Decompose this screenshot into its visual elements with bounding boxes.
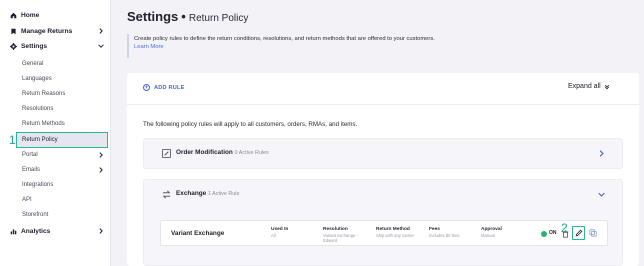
status-label: ON — [549, 230, 557, 236]
rule-count: 1 Active Rule — [207, 191, 240, 197]
chevron-down-icon[interactable] — [598, 191, 605, 198]
variant-exchange-row[interactable]: Variant Exchange Used In All Resolution … — [160, 220, 608, 246]
rule-title: Exchange 1 Active Rule — [176, 190, 239, 197]
sidebar-item-api[interactable]: API — [22, 194, 32, 206]
panel-header: + ADD RULE Expand all — [127, 73, 639, 105]
intro-description: Create policy rules to define the return… — [134, 36, 435, 42]
sidebar-item-return-reasons[interactable]: Return Reasons — [22, 88, 65, 100]
chevron-right-icon — [99, 152, 103, 158]
sidebar-item-emails[interactable]: Emails — [22, 164, 108, 176]
variant-name: Variant Exchange — [171, 230, 225, 237]
sidebar-item-label: Analytics — [21, 227, 51, 235]
expand-all-button[interactable]: Expand all — [568, 83, 610, 90]
sidebar-item-return-methods[interactable]: Return Methods — [22, 118, 65, 130]
sidebar-item-analytics[interactable]: Analytics — [0, 224, 111, 238]
step-marker-2: 2 — [561, 221, 568, 235]
return-method-column: Return Method Ship with any carrier — [376, 227, 414, 238]
chevron-right-icon[interactable] — [598, 150, 605, 157]
edit-button[interactable] — [572, 226, 585, 240]
sidebar-item-home[interactable]: Home — [0, 8, 111, 22]
resolution-column: Resolution Variant exchange - Edward — [323, 227, 367, 243]
sidebar-item-portal[interactable]: Portal — [22, 149, 108, 161]
page-subtitle: Return Policy — [188, 13, 249, 24]
used-in-column: Used In All — [271, 227, 288, 238]
rule-exchange[interactable]: Exchange 1 Active Rule Variant Exchange … — [143, 179, 623, 266]
rule-title: Order Modification 0 Active Rules — [176, 149, 269, 156]
column-value: All — [271, 233, 276, 238]
sidebar-item-return-policy[interactable]: Return Policy — [16, 132, 108, 148]
chevron-down-icon — [98, 44, 104, 48]
page-title-main: Settings — [127, 9, 179, 24]
rule-count: 0 Active Rules — [234, 150, 269, 156]
column-value: Includes $0 fees — [429, 233, 460, 238]
sidebar-item-label: Emails — [22, 167, 41, 173]
column-value: Variant exchange - Edward — [323, 233, 358, 243]
policy-panel: + ADD RULE Expand all The following poli… — [127, 73, 639, 266]
sidebar-item-resolutions[interactable]: Resolutions — [22, 103, 53, 115]
expand-all-label: Expand all — [568, 83, 601, 90]
return-icon — [10, 28, 17, 35]
title-separator: • — [181, 9, 186, 24]
sidebar-item-settings[interactable]: Settings — [0, 39, 111, 53]
rule-order-modification[interactable]: Order Modification 0 Active Rules — [143, 138, 623, 169]
column-value: Manual — [481, 233, 495, 238]
add-rule-label: ADD RULE — [154, 84, 185, 91]
edit-icon — [162, 149, 171, 158]
rule-name: Exchange — [176, 190, 207, 197]
intro-callout: Create policy rules to define the return… — [127, 34, 639, 58]
sidebar-item-label: Portal — [22, 152, 38, 158]
bar-chart-icon — [10, 228, 17, 235]
add-rule-button[interactable]: + ADD RULE — [143, 84, 185, 91]
gear-icon — [10, 42, 17, 50]
chevron-double-down-icon — [604, 84, 609, 89]
learn-more-link[interactable]: Learn More — [134, 43, 639, 51]
sidebar-item-label: Settings — [21, 42, 48, 50]
sidebar-item-languages[interactable]: Languages — [22, 73, 52, 85]
chevron-right-icon — [99, 28, 103, 34]
chevron-right-icon — [99, 167, 103, 173]
home-icon — [10, 12, 17, 19]
sidebar-item-label: Home — [21, 11, 40, 19]
sidebar-item-storefront[interactable]: Storefront — [22, 209, 48, 221]
sidebar-item-manage-returns[interactable]: Manage Returns — [0, 24, 111, 38]
swap-icon — [162, 190, 171, 199]
plus-icon: + — [143, 84, 150, 91]
rule-name: Order Modification — [176, 149, 233, 156]
page-title: Settings • Return Policy — [127, 9, 248, 24]
column-value: Ship with any carrier — [376, 233, 414, 238]
sidebar-item-general[interactable]: General — [22, 58, 43, 70]
approval-column: Approval Manual — [481, 227, 502, 238]
applies-text: The following policy rules will apply to… — [143, 121, 358, 128]
sidebar: Home Manage Returns Settings General Lan… — [0, 0, 111, 266]
status-toggle[interactable] — [541, 231, 547, 237]
pencil-icon — [575, 229, 582, 237]
chevron-right-icon — [99, 228, 103, 234]
step-marker-1: 1 — [9, 133, 16, 147]
sidebar-item-label: Manage Returns — [21, 27, 73, 35]
fees-column: Fees Includes $0 fees — [429, 227, 460, 238]
sidebar-item-integrations[interactable]: Integrations — [22, 179, 53, 191]
copy-icon[interactable] — [589, 229, 597, 237]
